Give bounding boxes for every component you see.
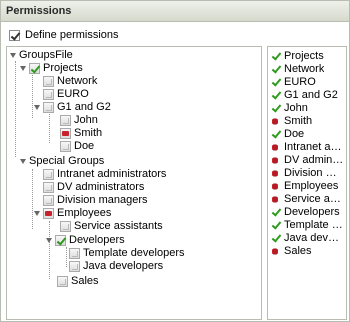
expand-arrow-icon[interactable] [45, 234, 55, 247]
inherit-state-icon[interactable] [43, 195, 54, 206]
list-item[interactable]: Doe [271, 128, 304, 141]
tree-node-label: GroupsFile [19, 49, 73, 61]
green-check-icon [271, 90, 281, 101]
green-check-icon [271, 233, 281, 244]
green-check-icon [271, 207, 281, 218]
red-deny-icon [271, 116, 281, 127]
expand-arrow-icon[interactable] [33, 101, 43, 114]
list-item[interactable]: Java developers [271, 232, 344, 245]
tree-node-label: John [74, 114, 98, 126]
tree-node-g1-and-g2[interactable]: G1 and G2 [33, 101, 111, 114]
list-item[interactable]: Sales [271, 245, 312, 258]
green-check-icon [271, 51, 281, 62]
list-item[interactable]: DV administrators [271, 154, 344, 167]
permissions-panel: Permissions Define permissions GroupsFil… [0, 0, 350, 322]
list-item[interactable]: John [271, 102, 308, 115]
list-item[interactable]: Employees [271, 180, 338, 193]
red-deny-icon [271, 181, 281, 192]
tree-node-label: EURO [57, 88, 89, 100]
define-permissions-checkbox[interactable] [9, 29, 20, 41]
list-item[interactable]: Smith [271, 115, 312, 128]
tree-node-euro[interactable]: EURO [43, 88, 89, 101]
tree-node-template-developers[interactable]: Template developers [69, 247, 185, 260]
tree-node-label: Division managers [57, 194, 148, 206]
expand-arrow-icon[interactable] [33, 207, 43, 220]
deny-state-icon[interactable] [43, 208, 54, 219]
list-item[interactable]: Template developers [271, 219, 344, 232]
deny-state-icon[interactable] [60, 128, 71, 139]
tree-node-intranet-administrators[interactable]: Intranet administrators [43, 168, 166, 181]
list-item[interactable]: Division managers [271, 167, 344, 180]
inherit-state-icon[interactable] [43, 169, 54, 180]
list-item[interactable]: Network [271, 63, 324, 76]
tree-node-label: Employees [57, 207, 112, 219]
tree-node-doe[interactable]: Doe [60, 140, 94, 153]
tree-node-label: DV administrators [57, 181, 145, 193]
define-permissions-row[interactable]: Define permissions [9, 28, 119, 42]
allow-state-icon[interactable] [29, 63, 40, 74]
inherit-state-icon[interactable] [69, 261, 80, 272]
groups-tree[interactable]: GroupsFile Projects Network EURO G1 and … [6, 46, 262, 320]
tree-node-label: Java developers [83, 260, 164, 272]
green-check-icon [271, 77, 281, 88]
inherit-state-icon[interactable] [69, 248, 80, 259]
allow-state-icon[interactable] [55, 235, 66, 246]
tree-node-label: Network [57, 75, 98, 87]
expand-arrow-icon[interactable] [19, 62, 29, 75]
red-deny-icon [271, 246, 281, 257]
list-item[interactable]: Service assistants [271, 193, 344, 206]
effective-permissions-list[interactable]: Projects Network EURO G1 and G2 John Smi… [267, 46, 347, 320]
green-check-icon [271, 103, 281, 114]
tree-node-dv-administrators[interactable]: DV administrators [43, 181, 144, 194]
tree-node-label: Developers [69, 234, 125, 246]
tree-node-label: Projects [43, 62, 83, 74]
define-permissions-label: Define permissions [25, 29, 119, 41]
tree-node-employees[interactable]: Employees [33, 207, 111, 220]
tree-node-label: Smith [74, 127, 103, 139]
green-check-icon [271, 220, 281, 231]
list-item[interactable]: Developers [271, 206, 340, 219]
tree-node-label: Sales [71, 275, 99, 287]
list-item[interactable]: G1 and G2 [271, 89, 338, 102]
tree-node-network[interactable]: Network [43, 75, 97, 88]
red-deny-icon [271, 142, 281, 153]
tree-node-division-managers[interactable]: Division managers [43, 194, 147, 207]
tree-node-label: Special Groups [29, 155, 105, 167]
expand-arrow-icon[interactable] [19, 155, 29, 168]
inherit-state-icon[interactable] [57, 276, 68, 287]
inherit-state-icon[interactable] [60, 115, 71, 126]
tree-node-service-assistants[interactable]: Service assistants [60, 220, 163, 233]
inherit-state-icon[interactable] [60, 141, 71, 152]
list-item[interactable]: Projects [271, 50, 324, 63]
green-check-icon [271, 64, 281, 75]
list-item[interactable]: Intranet administrators [271, 141, 344, 154]
red-deny-icon [271, 194, 281, 205]
tree-node-john[interactable]: John [60, 114, 98, 127]
tree-node-label: Template developers [83, 247, 185, 259]
expand-arrow-icon[interactable] [9, 49, 19, 62]
tree-node-label: Service assistants [74, 220, 163, 232]
inherit-state-icon[interactable] [43, 76, 54, 87]
inherit-state-icon[interactable] [43, 102, 54, 113]
tree-node-java-developers[interactable]: Java developers [69, 260, 163, 273]
tree-node-groupsfile[interactable]: GroupsFile [9, 49, 73, 62]
tree-node-smith[interactable]: Smith [60, 127, 102, 140]
inherit-state-icon[interactable] [43, 89, 54, 100]
inherit-state-icon[interactable] [43, 182, 54, 193]
tree-node-projects[interactable]: Projects [19, 62, 83, 75]
panel-title: Permissions [1, 1, 349, 22]
tree-node-label: Intranet administrators [57, 168, 167, 180]
tree-node-label: Doe [74, 140, 95, 152]
tree-node-special-groups[interactable]: Special Groups [19, 155, 104, 168]
tree-node-sales[interactable]: Sales [57, 275, 99, 288]
red-deny-icon [271, 168, 281, 179]
red-deny-icon [271, 155, 281, 166]
list-item[interactable]: EURO [271, 76, 316, 89]
tree-node-developers[interactable]: Developers [45, 234, 125, 247]
tree-node-label: G1 and G2 [57, 101, 111, 113]
green-check-icon [271, 129, 281, 140]
inherit-state-icon[interactable] [60, 221, 71, 232]
